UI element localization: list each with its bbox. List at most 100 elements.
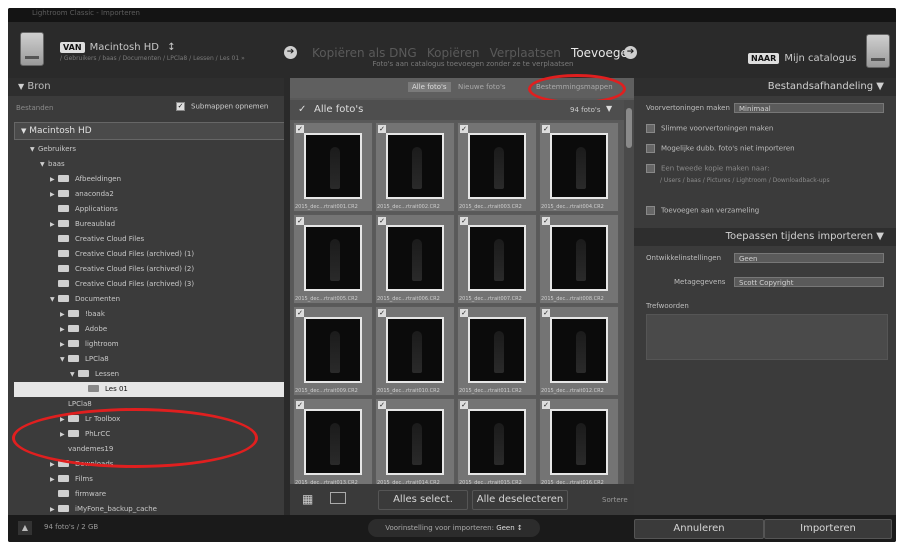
checkbox-icon[interactable] <box>646 144 655 153</box>
expanded-triangle-icon[interactable]: ▼ <box>60 352 68 367</box>
grid-view-icon[interactable]: ▦ <box>302 492 313 506</box>
source-drive-chevron-icon[interactable]: ↕ <box>164 42 175 53</box>
collapsed-triangle-icon[interactable]: ▶ <box>60 412 68 427</box>
collapsed-triangle-icon[interactable]: ▶ <box>50 502 58 515</box>
folder-row[interactable]: ▶ !baak <box>14 307 290 322</box>
volume-row[interactable]: ▼ Macintosh HD <box>14 122 286 140</box>
add-to-collection-option[interactable]: Toevoegen aan verzameling <box>646 206 759 215</box>
thumbnail-cell[interactable]: ✓ 2015_dec...rtrait010.CR2 <box>375 306 455 396</box>
thumbnail-cell[interactable]: ✓ 2015_dec...rtrait001.CR2 <box>293 122 373 212</box>
folder-row[interactable]: ▶ Bureaublad <box>14 217 290 232</box>
filter-destination[interactable]: Bestemmingsmappen <box>536 83 613 91</box>
thumbnail-cell[interactable]: ✓ 2015_dec...rtrait011.CR2 <box>457 306 537 396</box>
grid-scroll-thumb[interactable] <box>626 108 632 148</box>
thumbnail-checkbox-icon[interactable]: ✓ <box>378 125 386 133</box>
thumbnail-cell[interactable]: ✓ 2015_dec...rtrait006.CR2 <box>375 214 455 304</box>
thumbnail-cell[interactable]: ✓ 2015_dec...rtrait005.CR2 <box>293 214 373 304</box>
thumbnail-checkbox-icon[interactable]: ✓ <box>378 217 386 225</box>
checkbox-icon[interactable] <box>646 124 655 133</box>
preset-value[interactable]: Geen <box>496 524 514 532</box>
mode-copy[interactable]: Kopiëren <box>427 46 480 60</box>
folder-row[interactable]: firmware <box>14 487 290 502</box>
thumbnail-checkbox-icon[interactable]: ✓ <box>378 309 386 317</box>
apply-during-import-header[interactable]: Toepassen tijdens importeren ▼ <box>634 228 896 246</box>
include-subfolders[interactable]: ✓ Submappen opnemen <box>176 102 268 111</box>
second-copy-path[interactable]: / Users / baas / Pictures / Lightroom / … <box>660 177 830 184</box>
develop-select[interactable]: Geen <box>734 253 884 263</box>
folder-row[interactable]: ▼ LPCla8 <box>14 352 290 367</box>
folder-row[interactable]: Creative Cloud Files (archived) (3) <box>14 277 290 292</box>
mode-move[interactable]: Verplaatsen <box>490 46 561 60</box>
metadata-select[interactable]: Scott Copyright <box>734 277 884 287</box>
collapsed-triangle-icon[interactable]: ▶ <box>60 427 68 442</box>
preset-chevron-icon[interactable]: ↕ <box>517 524 523 532</box>
folder-row[interactable]: LPCla8 <box>14 397 290 412</box>
folder-row[interactable]: vandemes19 <box>14 442 290 457</box>
collapsed-triangle-icon[interactable]: ▶ <box>60 322 68 337</box>
filter-all[interactable]: Alle foto's <box>408 82 451 92</box>
keywords-input[interactable] <box>646 314 888 360</box>
source-drive-label[interactable]: Macintosh HD <box>90 42 159 53</box>
loupe-view-icon[interactable] <box>330 492 346 504</box>
thumbnail-checkbox-icon[interactable]: ✓ <box>296 309 304 317</box>
folder-row[interactable]: Creative Cloud Files (archived) (2) <box>14 262 290 277</box>
collapsed-triangle-icon[interactable]: ▶ <box>50 187 58 202</box>
no-duplicates-option[interactable]: Mogelijke dubb. foto's niet importeren <box>646 144 795 153</box>
folder-row[interactable]: Les 01 <box>14 382 290 397</box>
folder-row[interactable]: ▶ Lr Toolbox <box>14 412 290 427</box>
mode-copy-dng[interactable]: Kopiëren als DNG <box>312 46 417 60</box>
folder-row[interactable]: ▶ PhLrCC <box>14 427 290 442</box>
thumbnail-cell[interactable]: ✓ 2015_dec...rtrait009.CR2 <box>293 306 373 396</box>
collapse-up-icon[interactable]: ▲ <box>18 521 32 535</box>
checkbox-icon[interactable]: ✓ <box>176 102 185 111</box>
collapsed-triangle-icon[interactable]: ▶ <box>50 457 58 472</box>
collapsed-triangle-icon[interactable]: ▶ <box>60 307 68 322</box>
folder-row[interactable]: ▶ lightroom <box>14 337 290 352</box>
volume-triangle-icon[interactable]: ▼ <box>21 127 26 135</box>
expanded-triangle-icon[interactable]: ▼ <box>50 292 58 307</box>
thumbnail-checkbox-icon[interactable]: ✓ <box>542 401 550 409</box>
thumbnail-checkbox-icon[interactable]: ✓ <box>296 217 304 225</box>
thumbnail-cell[interactable]: ✓ 2015_dec...rtrait002.CR2 <box>375 122 455 212</box>
source-drive-icon[interactable] <box>20 32 44 66</box>
expanded-triangle-icon[interactable]: ▼ <box>30 142 38 157</box>
folder-row[interactable]: Creative Cloud Files (archived) (1) <box>14 247 290 262</box>
thumbnail-cell[interactable]: ✓ 2015_dec...rtrait016.CR2 <box>539 398 619 484</box>
source-row[interactable]: VAN Macintosh HD ↕ <box>60 35 176 54</box>
select-all-button[interactable]: Alles select. <box>378 490 468 510</box>
thumbnail-checkbox-icon[interactable]: ✓ <box>378 401 386 409</box>
thumbnail-checkbox-icon[interactable]: ✓ <box>460 125 468 133</box>
thumbnail-checkbox-icon[interactable]: ✓ <box>460 217 468 225</box>
folder-row[interactable]: ▶ anaconda2 <box>14 187 290 202</box>
folder-row[interactable]: ▶ Films <box>14 472 290 487</box>
sort-label[interactable]: Sortere <box>602 496 628 504</box>
thumbnail-checkbox-icon[interactable]: ✓ <box>542 217 550 225</box>
grid-scrollbar[interactable] <box>624 100 634 484</box>
collapse-triangle-icon[interactable]: ▼ <box>18 82 24 91</box>
thumbnail-cell[interactable]: ✓ 2015_dec...rtrait013.CR2 <box>293 398 373 484</box>
folder-row[interactable]: ▼ Documenten <box>14 292 290 307</box>
section-dropdown-icon[interactable]: ▼ <box>606 104 612 113</box>
folder-row[interactable]: ▼ baas <box>14 157 290 172</box>
source-panel-header[interactable]: ▼ Bron <box>8 78 290 96</box>
thumbnail-cell[interactable]: ✓ 2015_dec...rtrait003.CR2 <box>457 122 537 212</box>
thumbnail-cell[interactable]: ✓ 2015_dec...rtrait012.CR2 <box>539 306 619 396</box>
thumbnail-cell[interactable]: ✓ 2015_dec...rtrait015.CR2 <box>457 398 537 484</box>
smart-previews-option[interactable]: Slimme voorvertoningen maken <box>646 124 773 133</box>
cancel-button[interactable]: Annuleren <box>634 519 764 539</box>
thumbnail-checkbox-icon[interactable]: ✓ <box>460 401 468 409</box>
collapsed-triangle-icon[interactable]: ▶ <box>50 172 58 187</box>
thumbnail-checkbox-icon[interactable]: ✓ <box>296 125 304 133</box>
thumbnail-checkbox-icon[interactable]: ✓ <box>296 401 304 409</box>
checkbox-icon[interactable] <box>646 206 655 215</box>
deselect-all-button[interactable]: Alle deselecteren <box>472 490 568 510</box>
expanded-triangle-icon[interactable]: ▼ <box>40 157 48 172</box>
folder-row[interactable]: ▼ Lessen <box>14 367 290 382</box>
folder-row[interactable]: ▶ iMyFone_backup_cache <box>14 502 290 515</box>
destination-row[interactable]: NAAR Mijn catalogus <box>748 46 857 65</box>
import-button[interactable]: Importeren <box>764 519 892 539</box>
collapsed-triangle-icon[interactable]: ▶ <box>60 337 68 352</box>
file-handling-header[interactable]: Bestandsafhandeling ▼ <box>634 78 896 96</box>
folder-row[interactable]: ▼ Gebruikers <box>14 142 290 157</box>
thumbnail-checkbox-icon[interactable]: ✓ <box>542 125 550 133</box>
